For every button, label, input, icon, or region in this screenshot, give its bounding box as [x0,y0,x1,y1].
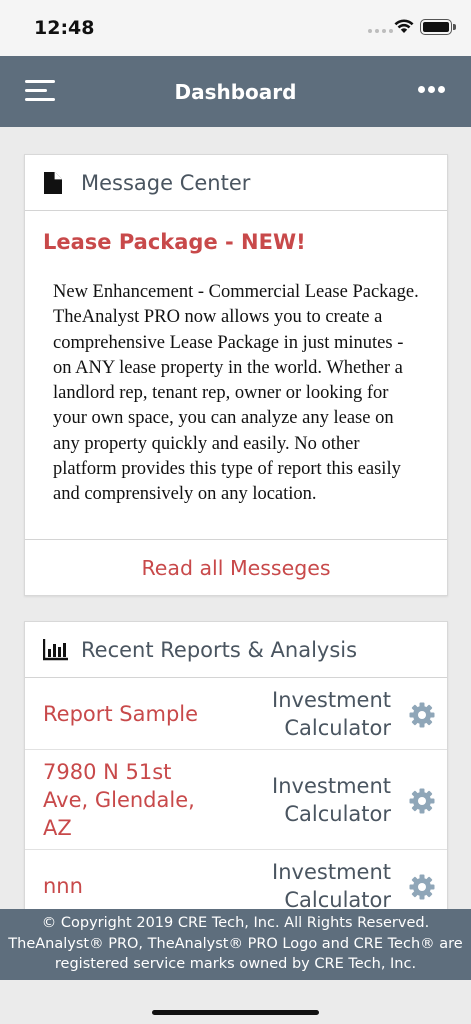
report-name[interactable]: nnn [43,872,83,900]
more-options-icon[interactable] [418,86,445,93]
recent-reports-header: Recent Reports & Analysis [25,622,447,678]
copyright-footer: © Copyright 2019 CRE Tech, Inc. All Righ… [0,909,471,980]
report-type: Investment Calculator [272,688,391,740]
report-type: Investment Calculator [272,860,391,912]
nav-bar: Dashboard [0,56,471,127]
page-title: Dashboard [174,80,297,104]
document-icon [44,172,62,194]
message-center-header: Message Center [25,155,447,211]
home-indicator[interactable] [152,1010,319,1015]
battery-icon [420,19,456,35]
message-center-title: Message Center [81,171,251,195]
bar-chart-icon [43,639,68,661]
report-name[interactable]: Report Sample [43,700,198,728]
report-type: Investment Calculator [272,774,391,826]
report-row[interactable]: Report Sample Investment Calculator [25,678,447,750]
recent-reports-title: Recent Reports & Analysis [81,638,358,662]
message-title: Lease Package - NEW! [43,230,306,254]
message-center-footer: Read all Messeges [25,539,447,596]
status-bar: 12:48 [0,0,471,56]
wifi-icon [394,19,414,33]
recent-reports-card: Recent Reports & Analysis Report Sample … [24,621,448,921]
status-time: 12:48 [34,17,95,39]
cellular-signal-icon [368,29,393,33]
report-row[interactable]: 7980 N 51st Ave, Glendale, AZ Investment… [25,750,447,850]
message-center-card: Message Center Lease Package - NEW! New … [24,154,448,596]
gear-icon[interactable] [409,874,435,900]
gear-icon[interactable] [409,788,435,814]
message-body: New Enhancement - Commercial Lease Packa… [53,282,419,505]
read-all-messages-link[interactable]: Read all Messeges [25,556,447,580]
report-name[interactable]: 7980 N 51st Ave, Glendale, AZ [43,758,195,842]
gear-icon[interactable] [409,702,435,728]
